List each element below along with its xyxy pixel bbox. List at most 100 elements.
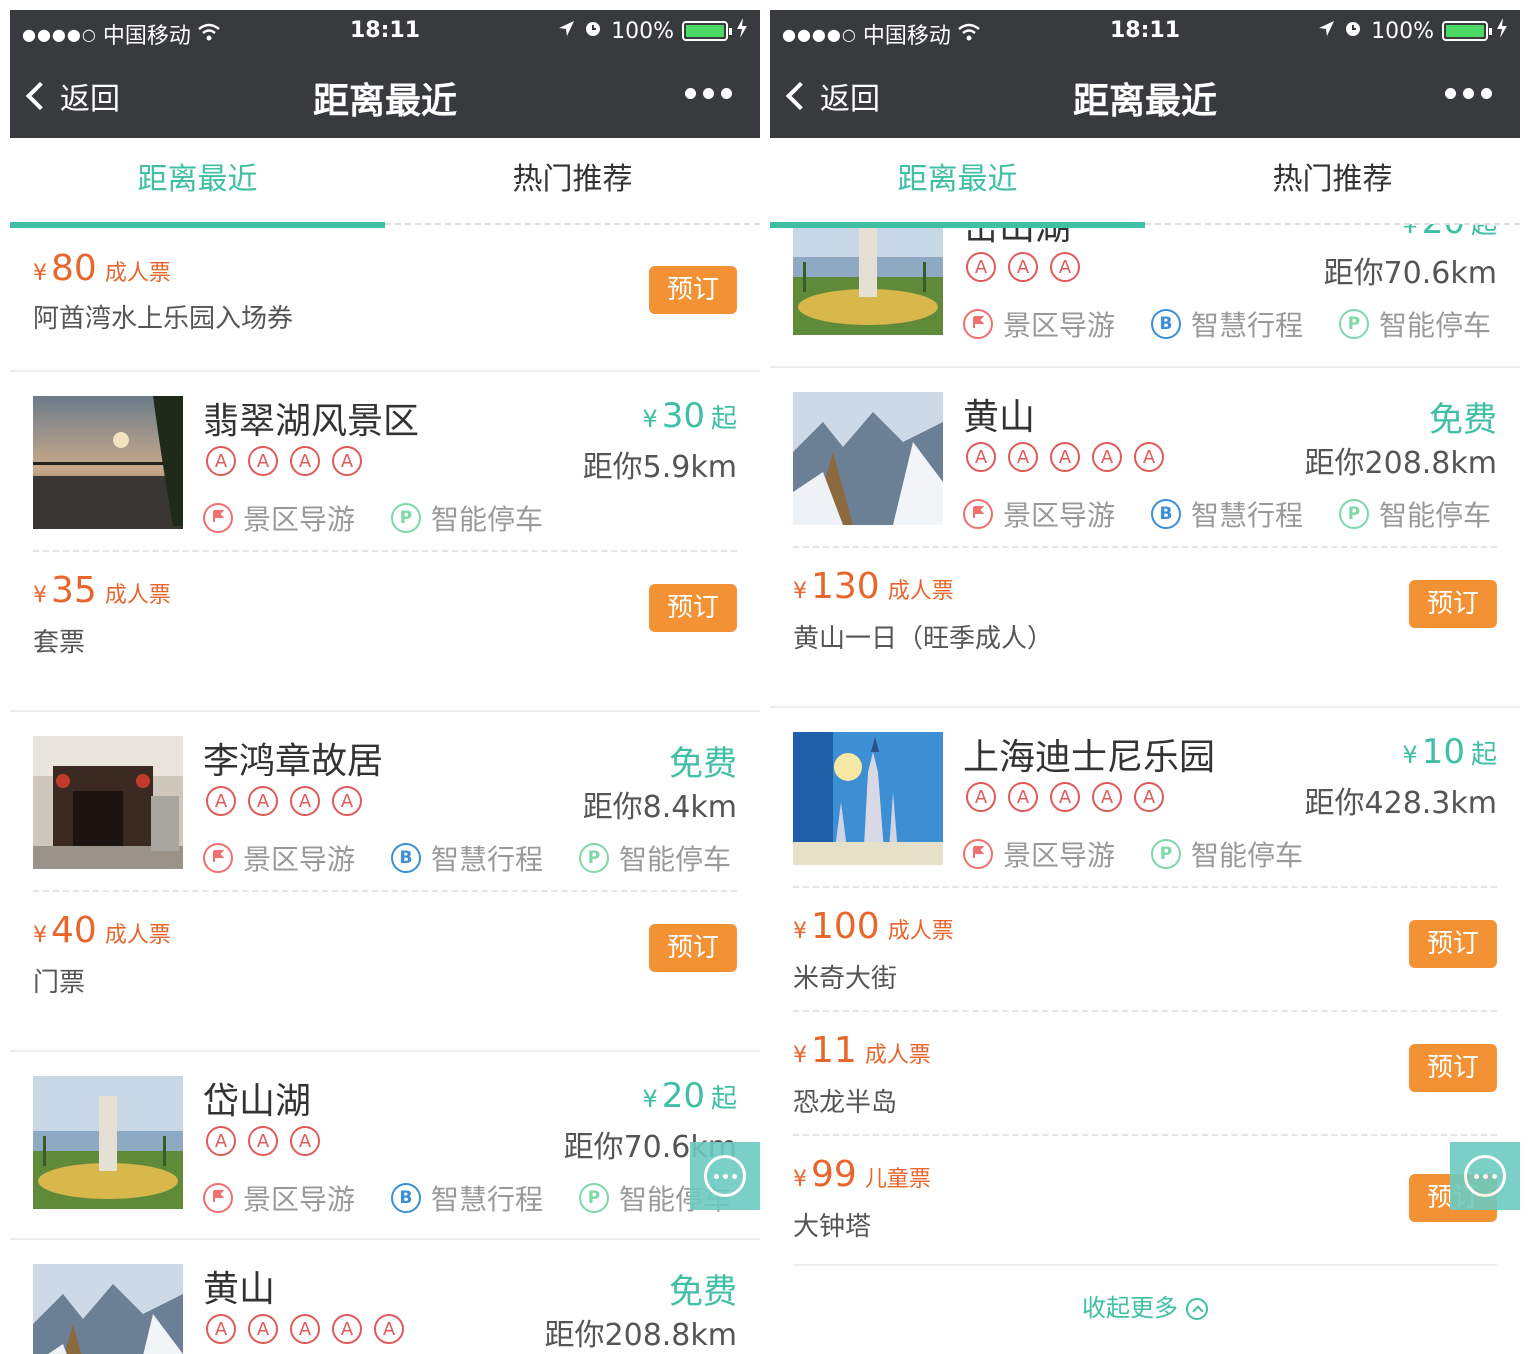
chevron-up-icon: [1186, 1298, 1208, 1320]
feature-guide[interactable]: 景区导游: [203, 1178, 355, 1218]
rating-a-icon: A: [1050, 782, 1080, 812]
rating-a-icon: A: [966, 252, 996, 282]
spot-card[interactable]: 上海迪士尼乐园 ¥10 起 AAAAA 距你428.3km 景区导游 P 智能停车: [770, 706, 1520, 886]
spot-distance: 距你208.8km: [1304, 446, 1497, 481]
battery-percent: 100%: [1371, 18, 1434, 44]
spot-distance: 距你428.3km: [1304, 786, 1497, 821]
page-title: 距离最近: [312, 81, 457, 122]
feature-parking[interactable]: P 智能停车: [1151, 834, 1303, 874]
chat-bubble-icon: [704, 1155, 746, 1197]
spot-name: 岱山湖: [203, 1081, 312, 1122]
ticket-row: ¥100 成人票 米奇大街 预订: [793, 886, 1497, 1010]
feature-trip[interactable]: B 智慧行程: [1151, 494, 1303, 534]
spot-list: 岱山湖 ¥20起 AAA 距你70.6km 景区导游 B智慧行程 P智能停车 黄…: [770, 224, 1520, 1354]
feature-trip[interactable]: B 智慧行程: [391, 1178, 543, 1218]
tab-popular[interactable]: 热门推荐: [385, 138, 760, 224]
collapse-more-link[interactable]: 收起更多: [770, 1288, 1520, 1323]
rating-a-icon: A: [206, 1314, 236, 1344]
rating-a-icon: A: [206, 446, 236, 476]
rating-a-icon: A: [1008, 782, 1038, 812]
spot-distance: 距你8.4km: [582, 790, 737, 825]
feature-list: 景区导游 P 智能停车: [963, 834, 1303, 874]
feature-guide[interactable]: 景区导游: [963, 494, 1115, 534]
star-rating: AAAAA: [206, 1314, 404, 1344]
feature-parking[interactable]: P 智能停车: [579, 838, 731, 878]
parking-icon: P: [1339, 499, 1370, 529]
more-options-icon[interactable]: [1445, 88, 1492, 99]
chat-bubble-icon: [1464, 1155, 1506, 1197]
ticket-row: ¥99儿童票 大钟塔 预订: [793, 1134, 1497, 1266]
battery-icon: [1442, 21, 1492, 41]
ticket-name: 门票: [33, 968, 86, 998]
spot-image: [33, 1076, 183, 1209]
ticket-row: ¥40 成人票 门票 预订: [33, 890, 737, 1014]
more-options-icon[interactable]: [685, 88, 732, 99]
star-rating: AAAAA: [966, 782, 1164, 812]
flag-icon: [203, 843, 233, 873]
ticket-name: 阿酋湾水上乐园入场券: [33, 304, 294, 334]
rating-a-icon: A: [966, 442, 996, 472]
book-button[interactable]: 预订: [1409, 1044, 1497, 1092]
status-bar: ●●●●○ 中国移动 18:11 100%: [770, 10, 1520, 52]
rating-a-icon: A: [248, 446, 278, 476]
alarm-icon: [583, 18, 603, 44]
feature-parking[interactable]: P 智能停车: [391, 498, 543, 538]
nav-bar: 返回 距离最近: [10, 52, 760, 138]
spot-image: [33, 1264, 183, 1354]
tab-indicator: [770, 222, 1145, 228]
chat-float-button[interactable]: [690, 1142, 760, 1210]
tab-bar: 距离最近 热门推荐: [770, 138, 1520, 228]
ticket-price: ¥80 成人票: [33, 248, 171, 289]
spot-name: 翡翠湖风景区: [203, 401, 420, 442]
star-rating: AAAA: [206, 786, 362, 816]
tab-nearest[interactable]: 距离最近: [10, 138, 385, 224]
battery-icon: [682, 21, 732, 41]
feature-guide[interactable]: 景区导游: [963, 304, 1115, 344]
feature-parking[interactable]: P 智能停车: [1339, 304, 1491, 344]
flag-icon: [203, 503, 233, 533]
book-button[interactable]: 预订: [649, 924, 737, 972]
spot-price: ¥20起: [1402, 224, 1497, 242]
flag-icon: [963, 839, 993, 869]
spot-card[interactable]: 李鸿章故居 免费 AAAA 距你8.4km 景区导游 B 智慧行程 P 智能停车: [10, 710, 760, 890]
spot-card[interactable]: 黄山 免费 AAAAA 距你208.8km 景区导游 B智慧行程 P智能停车: [10, 1238, 760, 1354]
feature-trip[interactable]: B 智慧行程: [391, 838, 543, 878]
status-bar: ●●●●○ 中国移动 18:11 100%: [10, 10, 760, 52]
tab-bar: 距离最近 热门推荐: [10, 138, 760, 228]
spot-card[interactable]: 岱山湖 ¥20起 AAA 距你70.6km 景区导游 B智慧行程 P智能停车: [770, 224, 1520, 366]
tab-divider: [385, 223, 760, 225]
phone-screen-left: ●●●●○ 中国移动 18:11 100% 返回 距离最近 距离最近 热门推荐 ¥…: [10, 10, 760, 1354]
book-button[interactable]: 预订: [1409, 580, 1497, 628]
book-button[interactable]: 预订: [649, 266, 737, 314]
book-button[interactable]: 预订: [649, 584, 737, 632]
feature-list: 景区导游 B 智慧行程 P 智能停车: [203, 1178, 731, 1218]
feature-trip[interactable]: B 智慧行程: [1151, 304, 1303, 344]
parking-icon: P: [579, 1183, 610, 1213]
spot-card[interactable]: 岱山湖 ¥20起 AAA 距你70.6km 景区导游 B智慧行程 P智能停车: [10, 1050, 760, 1238]
feature-guide[interactable]: 景区导游: [203, 498, 355, 538]
alarm-icon: [1343, 18, 1363, 44]
feature-guide[interactable]: 景区导游: [203, 838, 355, 878]
rating-a-icon: A: [1008, 252, 1038, 282]
spot-card[interactable]: 黄山 免费 AAAAA 距你208.8km 景区导游 B智慧行程 P智能停车: [770, 366, 1520, 546]
flag-icon: [963, 309, 993, 339]
spot-card[interactable]: 翡翠湖风景区 ¥30 起 AAAA 距你5.9km 景区导游 P 智能停车: [10, 370, 760, 550]
spot-name: 上海迪士尼乐园: [963, 737, 1216, 778]
spot-price: ¥30 起: [642, 396, 737, 436]
ticket-price: ¥130 成人票: [793, 566, 954, 607]
ticket-row: ¥35 成人票 套票 预订: [33, 550, 737, 674]
tab-popular[interactable]: 热门推荐: [1145, 138, 1520, 224]
rating-a-icon: A: [1134, 442, 1164, 472]
spot-list: ¥80 成人票 阿酋湾水上乐园入场券 预订 翡翠湖风景区 ¥30 起 AAAA 距你…: [10, 224, 760, 1354]
ticket-name: 套票: [33, 628, 86, 658]
ticket-name: 恐龙半岛: [793, 1088, 898, 1118]
chat-float-button[interactable]: [1450, 1142, 1520, 1210]
feature-guide[interactable]: 景区导游: [963, 834, 1115, 874]
tab-nearest[interactable]: 距离最近: [770, 138, 1145, 224]
feature-parking[interactable]: P 智能停车: [1339, 494, 1491, 534]
rating-a-icon: A: [332, 1314, 362, 1344]
book-button[interactable]: 预订: [1409, 920, 1497, 968]
ticket-price: ¥99 儿童票: [793, 1154, 931, 1195]
spot-distance: 距你5.9km: [582, 450, 737, 485]
rating-a-icon: A: [1134, 782, 1164, 812]
